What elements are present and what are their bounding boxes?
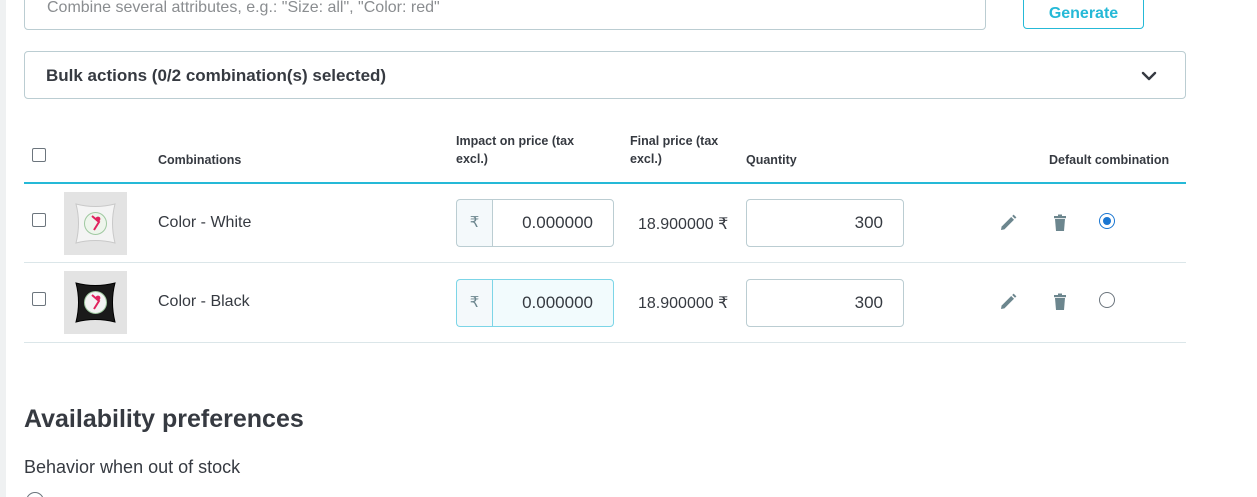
header-final-price: Final price (tax excl.) (630, 134, 719, 166)
header-impact-on-price: Impact on price (tax excl.) (456, 134, 575, 166)
bulk-actions-dropdown[interactable]: Bulk actions (0/2 combination(s) selecte… (24, 51, 1186, 99)
bulk-actions-label: Bulk actions (0/2 combination(s) selecte… (46, 66, 387, 85)
final-price: 18.900000 ₹ (638, 295, 729, 312)
row-divider (24, 342, 1186, 343)
combination-thumbnail (64, 192, 127, 255)
quantity-input[interactable] (746, 279, 904, 327)
availability-section-title: Availability preferences (24, 405, 304, 433)
impact-price-field: ₹ (456, 199, 614, 247)
impact-price-input[interactable] (492, 279, 614, 327)
header-combinations: Combinations (158, 153, 242, 167)
out-of-stock-option-radio[interactable] (26, 492, 44, 497)
pencil-icon[interactable] (998, 213, 1018, 233)
quantity-input[interactable] (746, 199, 904, 247)
chevron-down-icon (1141, 71, 1157, 81)
impact-price-field: ₹ (456, 279, 614, 327)
row-divider (24, 262, 1186, 263)
attribute-combination-input[interactable] (24, 0, 986, 30)
header-quantity: Quantity (746, 153, 797, 167)
final-price: 18.900000 ₹ (638, 216, 729, 233)
impact-price-input[interactable] (492, 199, 614, 247)
cushion-image-icon (75, 203, 116, 244)
header-divider (24, 182, 1186, 184)
combination-name: Color - White (158, 214, 252, 231)
out-of-stock-behavior-label: Behavior when out of stock (24, 457, 241, 477)
pencil-icon[interactable] (998, 292, 1018, 312)
row-select-checkbox[interactable] (32, 292, 46, 306)
header-default-combination: Default combination (1049, 153, 1170, 167)
cushion-image-icon (75, 282, 116, 323)
trash-icon[interactable] (1050, 292, 1070, 312)
combination-name: Color - Black (158, 293, 250, 310)
row-select-checkbox[interactable] (32, 213, 46, 227)
trash-icon[interactable] (1050, 213, 1070, 233)
left-rail (0, 0, 6, 497)
select-all-checkbox[interactable] (32, 148, 46, 162)
generate-button[interactable]: Generate (1023, 0, 1144, 29)
default-combination-radio[interactable] (1099, 292, 1115, 308)
currency-addon: ₹ (456, 279, 492, 327)
currency-addon: ₹ (456, 199, 492, 247)
combination-thumbnail (64, 271, 127, 334)
default-combination-radio[interactable] (1099, 213, 1115, 229)
